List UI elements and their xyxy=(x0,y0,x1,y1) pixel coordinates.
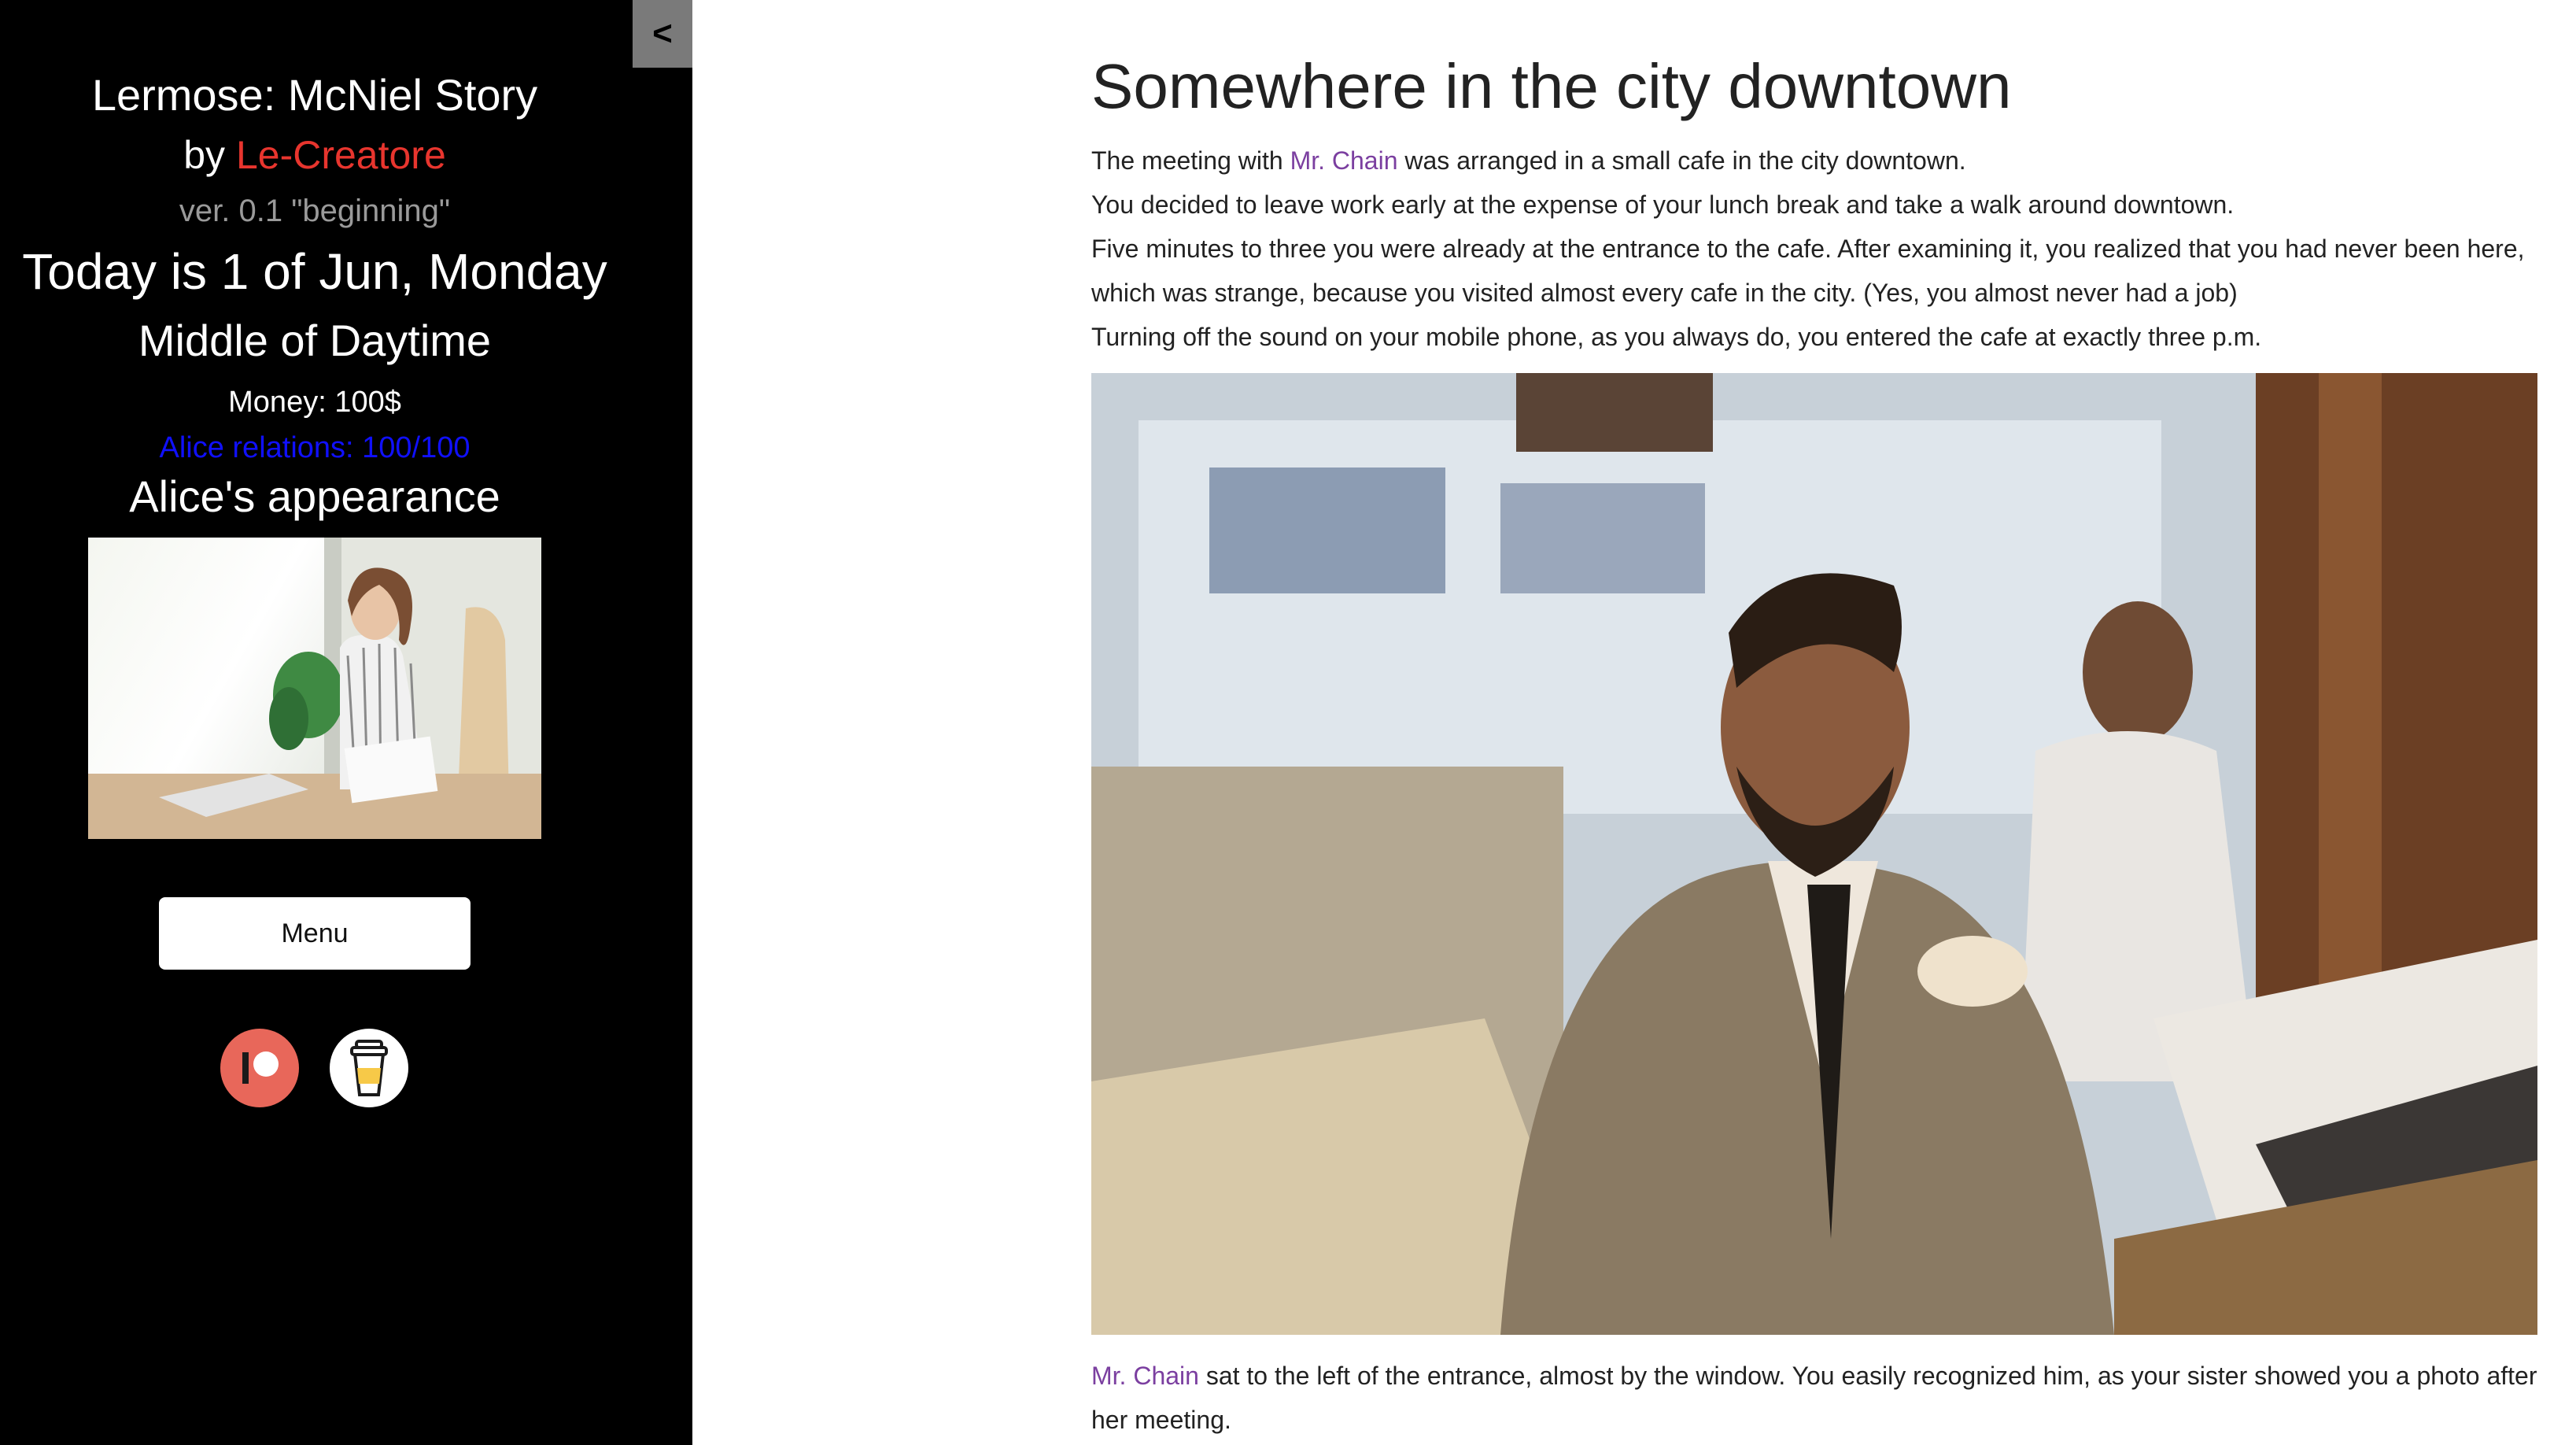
scene-title: Somewhere in the city downtown xyxy=(1091,51,2012,121)
alice-appearance-image xyxy=(88,538,541,839)
character-link-mr-chain[interactable]: Mr. Chain xyxy=(1091,1362,1199,1390)
story-paragraph: Five minutes to three you were already a… xyxy=(1091,235,2525,307)
character-link-mr-chain[interactable]: Mr. Chain xyxy=(1290,146,1398,175)
author-link[interactable]: Le-Creatore xyxy=(236,133,446,177)
time-of-day-label: Middle of Daytime xyxy=(138,316,492,365)
version-label: ver. 0.1 "beginning" xyxy=(179,194,451,228)
story-text: The meeting with xyxy=(1091,146,1290,175)
story-paragraph: Turning off the sound on your mobile pho… xyxy=(1091,323,2262,351)
patreon-icon[interactable] xyxy=(220,1029,299,1107)
story-title: Lermose: McNiel Story xyxy=(91,70,538,120)
collapse-sidebar-button[interactable]: < xyxy=(633,0,692,68)
date-label: Today is 1 of Jun, Monday xyxy=(22,243,607,300)
byline-prefix: by xyxy=(183,133,236,177)
story-paragraph: The meeting with Mr. Chain was arranged … xyxy=(1091,139,2539,183)
menu-button[interactable]: Menu xyxy=(159,897,471,970)
money-label: Money: 100$ xyxy=(228,386,401,419)
buy-me-a-coffee-icon[interactable] xyxy=(330,1029,408,1107)
story-paragraph: Mr. Chain sat to the left of the entranc… xyxy=(1091,1354,2539,1442)
story-text-top: The meeting with Mr. Chain was arranged … xyxy=(1091,139,2539,359)
scene-image-cafe xyxy=(1091,373,2537,1335)
story-text: was arranged in a small cafe in the city… xyxy=(1397,146,1966,175)
story-paragraph: You decided to leave work early at the e… xyxy=(1091,190,2235,219)
story-text-bottom: Mr. Chain sat to the left of the entranc… xyxy=(1091,1354,2539,1442)
relations-label: Alice relations: 100/100 xyxy=(159,431,471,464)
appearance-heading: Alice's appearance xyxy=(129,471,500,521)
byline: by Le-Creatore xyxy=(0,132,629,178)
story-text: sat to the left of the entrance, almost … xyxy=(1091,1362,2537,1434)
sidebar: < Lermose: McNiel Story by Le-Creatore v… xyxy=(0,0,692,1445)
